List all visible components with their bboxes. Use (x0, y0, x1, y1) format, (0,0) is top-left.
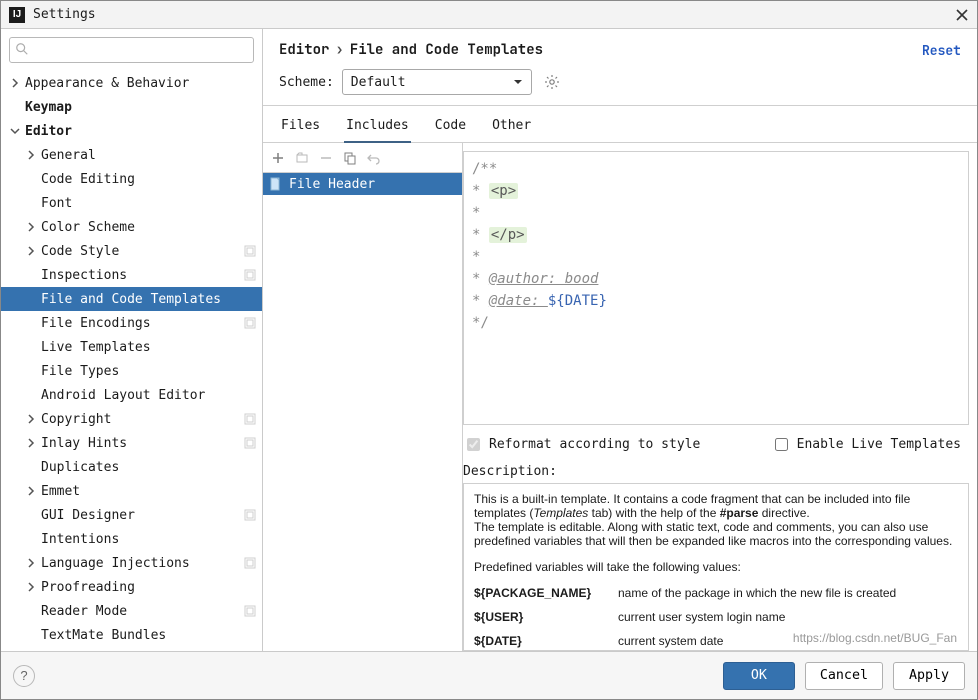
tree-item[interactable]: File Encodings (1, 311, 262, 335)
variable-row: ${PACKAGE_NAME}name of the package in wh… (474, 586, 958, 600)
tree-item[interactable]: General (1, 143, 262, 167)
tab-other[interactable]: Other (490, 114, 533, 142)
chevron-down-icon (513, 77, 523, 87)
variable-row: ${USER}current user system login name (474, 610, 958, 624)
module-scope-icon (244, 437, 256, 449)
chevron-right-icon (25, 221, 37, 233)
module-scope-icon (244, 269, 256, 281)
copy-icon[interactable] (343, 151, 357, 165)
settings-tree[interactable]: Appearance & BehaviorKeymapEditorGeneral… (1, 71, 262, 651)
scheme-label: Scheme: (279, 75, 334, 90)
cancel-button[interactable]: Cancel (805, 662, 883, 690)
titlebar: IJ Settings (1, 1, 977, 29)
tree-item[interactable]: TextMate Bundles (1, 623, 262, 647)
tree-item[interactable]: Live Templates (1, 335, 262, 359)
description-label: Description: (463, 460, 977, 483)
add-icon[interactable] (271, 151, 285, 165)
undo-icon[interactable] (367, 151, 381, 165)
tree-item[interactable]: Language Injections (1, 551, 262, 575)
search-input[interactable] (9, 37, 254, 63)
tree-item[interactable]: Color Scheme (1, 215, 262, 239)
gear-icon (544, 74, 560, 90)
reformat-checkbox[interactable]: Reformat according to style (463, 435, 700, 454)
module-scope-icon (244, 605, 256, 617)
chevron-right-icon (25, 437, 37, 449)
breadcrumb: Editor›File and Code Templates (279, 41, 543, 59)
module-scope-icon (244, 509, 256, 521)
template-toolbar (263, 143, 462, 173)
tree-item[interactable]: Inspections (1, 263, 262, 287)
tree-item[interactable]: Code Editing (1, 167, 262, 191)
chevron-right-icon (25, 485, 37, 497)
template-item-file-header[interactable]: File Header (263, 173, 462, 195)
chevron-right-icon (25, 581, 37, 593)
scheme-gear-button[interactable] (540, 70, 564, 94)
module-scope-icon (244, 413, 256, 425)
file-icon (269, 177, 283, 191)
live-templates-checkbox[interactable]: Enable Live Templates (771, 435, 961, 454)
scheme-select[interactable]: Default (342, 69, 532, 95)
tree-item[interactable]: Emmet (1, 479, 262, 503)
apply-button[interactable]: Apply (893, 662, 965, 690)
new-folder-icon[interactable] (295, 151, 309, 165)
tree-item[interactable]: Code Style (1, 239, 262, 263)
search-icon (15, 42, 29, 56)
window-title: Settings (33, 7, 96, 22)
chevron-right-icon (25, 557, 37, 569)
tree-item[interactable]: Editor (1, 119, 262, 143)
tree-item[interactable]: File Types (1, 359, 262, 383)
description-box[interactable]: This is a built-in template. It contains… (463, 483, 969, 651)
module-scope-icon (244, 557, 256, 569)
tree-item[interactable]: Copyright (1, 407, 262, 431)
tree-item[interactable]: Reader Mode (1, 599, 262, 623)
help-button[interactable]: ? (13, 665, 35, 687)
app-icon: IJ (9, 7, 25, 23)
chevron-down-icon (9, 125, 21, 137)
module-scope-icon (244, 317, 256, 329)
code-editor[interactable]: /** * <p> * * </p> * * @author: bood * @… (463, 151, 969, 425)
chevron-right-icon (9, 77, 21, 89)
tree-item[interactable]: Font (1, 191, 262, 215)
tab-includes[interactable]: Includes (344, 114, 411, 143)
tree-item[interactable]: GUI Designer (1, 503, 262, 527)
ok-button[interactable]: OK (723, 662, 795, 690)
tree-item[interactable]: File and Code Templates (1, 287, 262, 311)
reset-link[interactable]: Reset (922, 42, 961, 59)
tree-item[interactable]: Keymap (1, 95, 262, 119)
chevron-right-icon (25, 245, 37, 257)
tree-item[interactable]: Android Layout Editor (1, 383, 262, 407)
tab-files[interactable]: Files (279, 114, 322, 142)
close-icon[interactable] (955, 8, 969, 22)
module-scope-icon (244, 245, 256, 257)
tree-item[interactable]: Duplicates (1, 455, 262, 479)
template-list[interactable]: File Header (263, 173, 462, 651)
remove-icon[interactable] (319, 151, 333, 165)
tree-item[interactable]: Appearance & Behavior (1, 71, 262, 95)
variable-row: ${DATE}current system date (474, 634, 958, 648)
tree-item[interactable]: Proofreading (1, 575, 262, 599)
tree-item[interactable]: Intentions (1, 527, 262, 551)
chevron-right-icon (25, 413, 37, 425)
chevron-right-icon (25, 149, 37, 161)
tab-code[interactable]: Code (433, 114, 468, 142)
tree-item[interactable]: Inlay Hints (1, 431, 262, 455)
